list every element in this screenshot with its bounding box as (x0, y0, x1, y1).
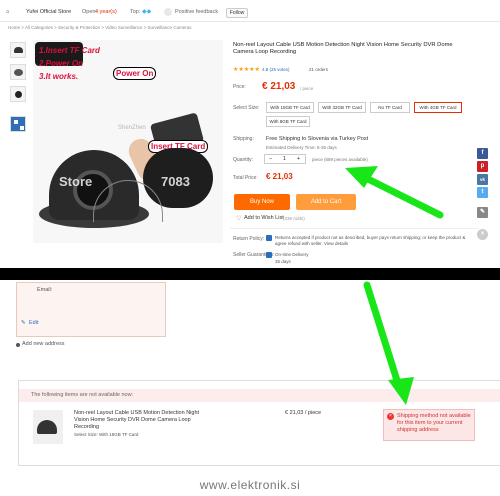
annotation-arrows (345, 166, 444, 405)
green-arrow-2 (363, 281, 414, 405)
green-arrow-1 (345, 166, 444, 219)
site-watermark: www.elektronik.si (199, 478, 301, 492)
